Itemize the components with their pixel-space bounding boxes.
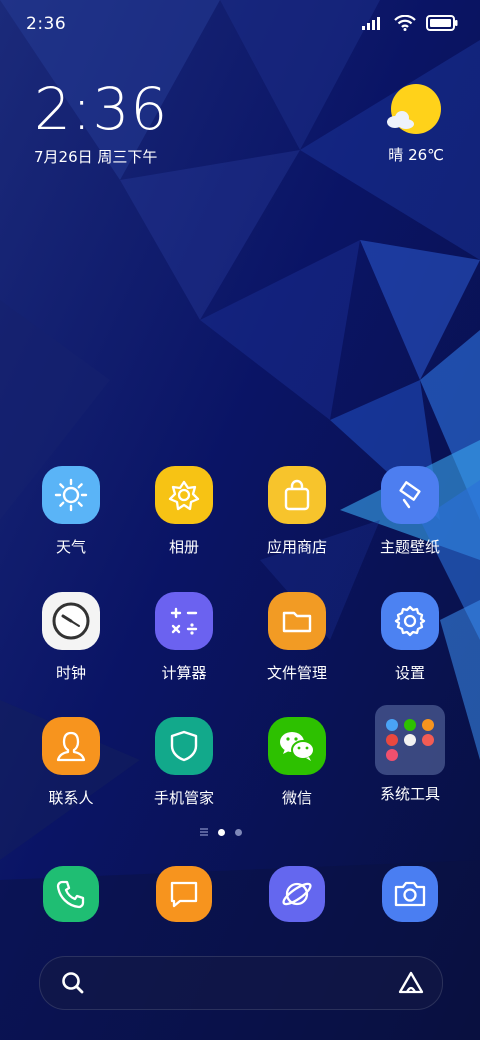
weather-widget[interactable]: 晴 26℃ (356, 84, 444, 172)
clock-icon (42, 592, 100, 650)
wechat-icon (268, 717, 326, 775)
app-label: 设置 (394, 664, 425, 682)
app-label: 计算器 (161, 664, 207, 682)
app-files[interactable]: 文件管理 (242, 592, 352, 683)
paintbrush-icon (381, 466, 439, 524)
app-gallery[interactable]: 相册 (129, 466, 239, 557)
app-store[interactable]: 应用商店 (242, 466, 352, 557)
status-icons (362, 15, 458, 31)
gear-icon (381, 592, 439, 650)
shield-icon (155, 717, 213, 775)
app-label: 联系人 (48, 789, 94, 807)
folder-group-icon (375, 705, 445, 775)
camera-icon (382, 866, 438, 922)
search-bar[interactable] (39, 956, 443, 1010)
calculator-icon (155, 592, 213, 650)
signal-icon (362, 17, 380, 30)
clock-time: 2:36 (34, 75, 169, 143)
dock-camera[interactable] (355, 866, 465, 922)
clock-date: 7月26日 周三下午 (34, 148, 158, 166)
app-label: 微信 (281, 789, 312, 807)
app-settings[interactable]: 设置 (355, 592, 465, 683)
app-themes[interactable]: 主题壁纸 (355, 466, 465, 557)
page-indicator[interactable] (200, 828, 242, 836)
dock-browser[interactable] (242, 866, 352, 922)
folder-system-tools[interactable]: 系统工具 (355, 705, 465, 804)
app-label: 时钟 (55, 664, 86, 682)
app-label: 天气 (55, 538, 86, 556)
folder-icon (268, 592, 326, 650)
shopping-bag-icon (268, 466, 326, 524)
search-icon[interactable] (60, 970, 86, 996)
page-dot (235, 828, 242, 836)
planet-icon (269, 866, 325, 922)
app-clock[interactable]: 时钟 (16, 592, 126, 683)
message-icon (156, 866, 212, 922)
app-label: 系统工具 (379, 785, 440, 803)
wifi-icon (394, 15, 416, 31)
status-time: 2:36 (26, 14, 67, 34)
app-wechat[interactable]: 微信 (242, 717, 352, 808)
dock-messages[interactable] (129, 866, 239, 922)
weather-text: 晴 26℃ (388, 146, 444, 164)
page-dot-active (218, 828, 225, 836)
person-icon (42, 717, 100, 775)
assistant-icon[interactable] (396, 970, 426, 996)
battery-icon (426, 15, 458, 31)
app-calculator[interactable]: 计算器 (129, 592, 239, 683)
sun-icon (42, 466, 100, 524)
app-label: 主题壁纸 (379, 538, 440, 556)
flower-icon (155, 466, 213, 524)
app-contacts[interactable]: 联系人 (16, 717, 126, 808)
clock-widget[interactable]: 2:36 7月26日 周三下午 (34, 78, 168, 167)
app-weather[interactable]: 天气 (16, 466, 126, 557)
menu-lines-icon (200, 828, 208, 836)
phone-icon (43, 866, 99, 922)
dock-phone[interactable] (16, 866, 126, 922)
app-label: 应用商店 (266, 538, 327, 556)
app-label: 文件管理 (266, 664, 327, 682)
status-bar: 2:36 (0, 0, 480, 50)
sun-cloud-icon (387, 84, 441, 134)
app-label: 相册 (168, 538, 199, 556)
app-label: 手机管家 (153, 789, 214, 807)
app-security[interactable]: 手机管家 (129, 717, 239, 808)
